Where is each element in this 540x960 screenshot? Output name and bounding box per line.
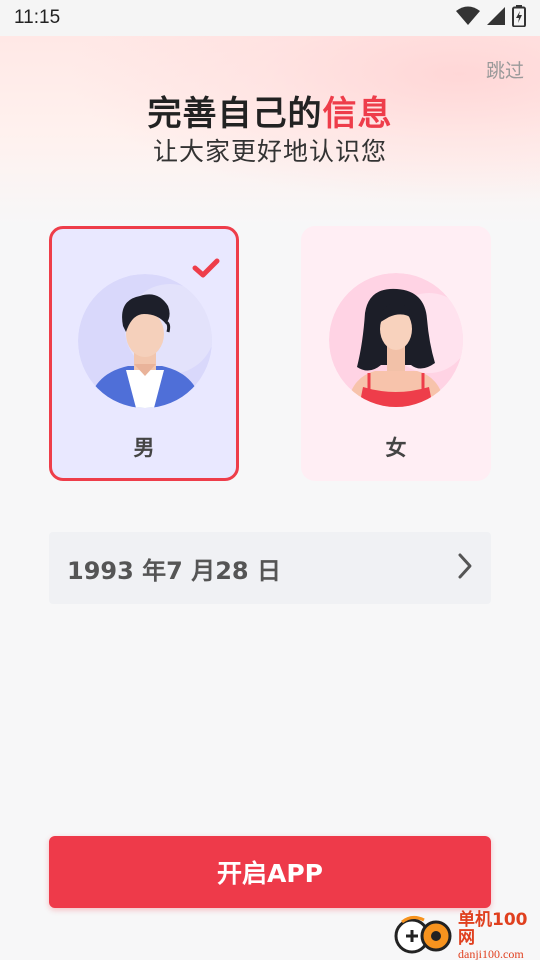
signal-icon (486, 6, 506, 30)
watermark-logo-icon (392, 912, 454, 960)
gender-option-male[interactable]: 男 (49, 226, 239, 481)
watermark: 单机100网 danji100.com (392, 909, 540, 960)
check-icon (192, 257, 220, 283)
gender-label-male: 男 (133, 436, 155, 460)
birthday-value: 1993 年7 月28 日 (67, 556, 281, 585)
battery-icon (512, 5, 526, 31)
status-icons (456, 5, 526, 31)
skip-button[interactable]: 跳过 (486, 56, 524, 83)
gender-option-female[interactable]: 女 (301, 226, 491, 481)
title-main: 完善自己的 (147, 94, 323, 134)
start-app-button[interactable]: 开启APP (49, 836, 491, 908)
birthday-picker[interactable]: 1993 年7 月28 日 (49, 532, 491, 604)
gender-label-female: 女 (385, 436, 407, 460)
wifi-icon (456, 6, 480, 30)
male-avatar (78, 274, 212, 408)
watermark-text: 单机100网 danji100.com (458, 909, 540, 960)
page-subtitle: 让大家更好地认识您 (152, 137, 387, 166)
chevron-right-icon (457, 552, 473, 584)
page-title: 完善自己的信息 (0, 86, 540, 135)
watermark-url: danji100.com (458, 946, 524, 960)
status-time: 11:15 (14, 7, 61, 28)
female-avatar (329, 273, 463, 407)
watermark-name: 单机100网 (458, 909, 528, 948)
title-accent: 信息 (322, 94, 393, 134)
status-bar: 11:15 (0, 0, 540, 36)
